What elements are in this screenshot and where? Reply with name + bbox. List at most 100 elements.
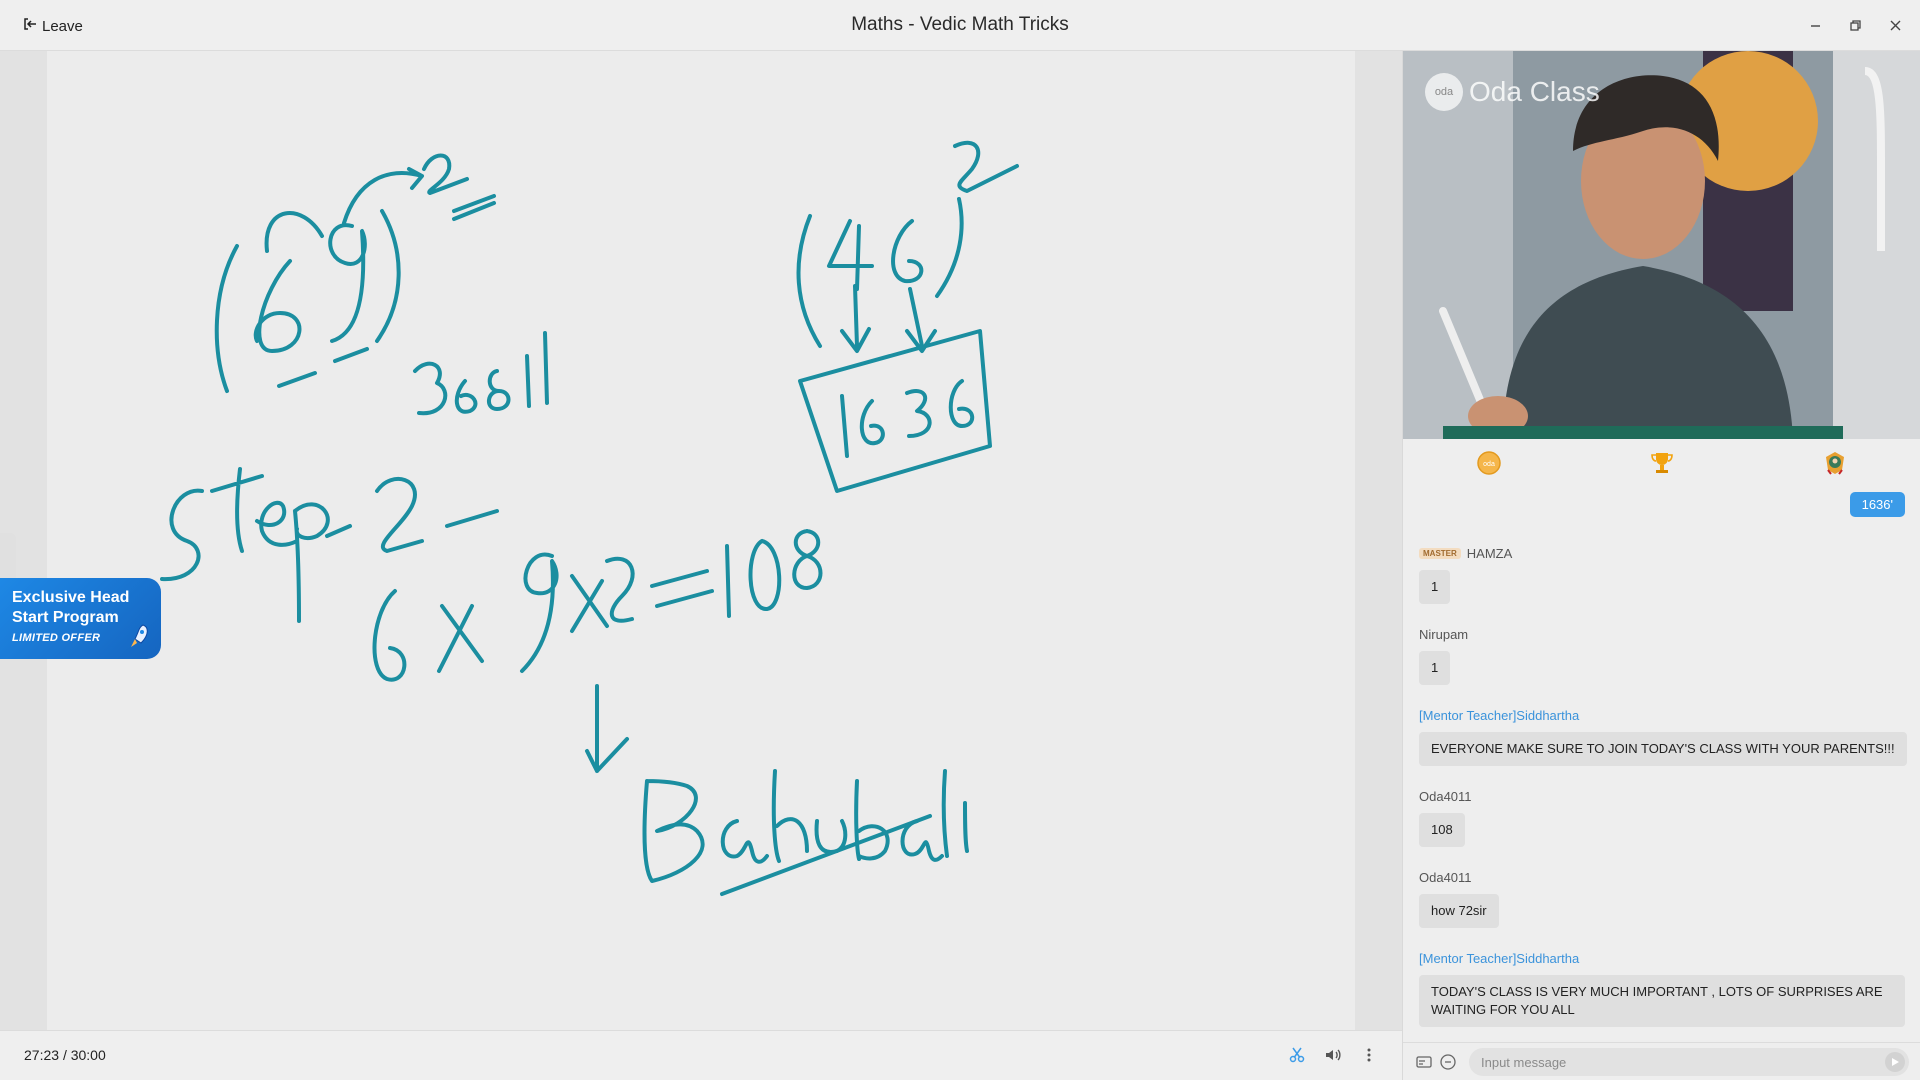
message-bubble: TODAY'S CLASS IS VERY MUCH IMPORTANT , L…	[1419, 975, 1905, 1027]
stroke-dash-a	[325, 524, 352, 538]
stroke-exp-1	[422, 153, 496, 221]
right-panel: oda Oda Class oda 1636' MASTER HAMZA 1 N…	[1402, 51, 1920, 1080]
chat-bubble-icon	[1440, 1054, 1456, 1070]
oda-class-watermark: oda Oda Class	[1425, 73, 1600, 111]
stroke-eq-six	[372, 589, 407, 682]
card-button[interactable]	[1415, 1053, 1433, 1071]
total-time: 30:00	[70, 1047, 106, 1063]
minimize-button[interactable]	[1804, 12, 1826, 38]
more-vertical-icon	[1367, 1048, 1371, 1062]
chat-message: Oda4011 108	[1419, 787, 1472, 847]
close-icon	[1890, 20, 1900, 30]
stroke-eq-nine	[520, 552, 559, 673]
sender-name: Oda4011	[1419, 869, 1472, 885]
title-bar: Leave Maths - Vedic Math Tricks	[0, 0, 1920, 51]
stroke-two	[375, 477, 424, 553]
stroke-eq-108	[725, 529, 823, 618]
chat-message: Nirupam 1	[1419, 625, 1468, 685]
whiteboard[interactable]	[47, 51, 1355, 1030]
chat-message: Oda4011 how 72sir	[1419, 868, 1499, 928]
restore-icon	[1849, 19, 1861, 31]
volume-icon	[1326, 1049, 1341, 1061]
send-button[interactable]	[1885, 1052, 1905, 1072]
send-icon	[1892, 1058, 1899, 1066]
board-gutter-right	[1355, 51, 1402, 1030]
clip-button[interactable]	[1288, 1045, 1306, 1065]
stroke-arrow-curve	[264, 167, 424, 253]
handwriting-strokes	[160, 140, 1019, 896]
scissors-icon	[1289, 1047, 1305, 1063]
oda-logo-icon: oda	[1425, 73, 1463, 111]
message-sender: MASTER HAMZA	[1419, 544, 1512, 562]
message-bubble: EVERYONE MAKE SURE TO JOIN TODAY'S CLASS…	[1419, 732, 1907, 766]
message-input[interactable]	[1469, 1048, 1909, 1076]
message-bubble: 108	[1419, 813, 1465, 847]
close-button[interactable]	[1884, 12, 1906, 38]
message-bubble: 1	[1419, 570, 1451, 604]
stroke-dashes-1	[277, 347, 369, 388]
chat-input-bar	[1403, 1042, 1920, 1080]
minimize-icon	[1810, 24, 1820, 27]
emoji-button[interactable]	[1439, 1053, 1457, 1071]
stroke-exp-2	[953, 140, 1019, 193]
sender-name: HAMZA	[1466, 545, 1513, 561]
mentor-sender-name: [Mentor Teacher]Siddhartha	[1419, 950, 1580, 966]
sender-name: Nirupam	[1419, 626, 1469, 642]
promo-banner[interactable]: Exclusive Head Start Program LIMITED OFF…	[0, 578, 161, 659]
window-title: Maths - Vedic Math Tricks	[851, 14, 1069, 35]
master-badge: MASTER	[1419, 547, 1461, 559]
volume-button[interactable]	[1324, 1045, 1342, 1065]
stroke-3681	[413, 331, 549, 416]
promo-line-1: Exclusive Head	[12, 589, 130, 606]
chat-message: [Mentor Teacher]Siddhartha TODAY'S CLASS…	[1419, 949, 1905, 1027]
coin-icon: oda	[1477, 451, 1502, 475]
reward-bar: oda	[1403, 439, 1920, 487]
oda-brand-text: Oda Class	[1469, 76, 1600, 107]
whiteboard-area: ›	[0, 51, 1402, 1030]
leave-button[interactable]: Leave	[22, 14, 83, 38]
stroke-arrow-down	[585, 684, 629, 773]
chat-message: MASTER HAMZA 1	[1419, 544, 1512, 604]
rocket-icon	[131, 624, 148, 647]
restore-button[interactable]	[1844, 12, 1866, 38]
stroke-paren-left-1	[214, 244, 239, 393]
leave-label: Leave	[42, 17, 83, 35]
playback-bar: 27:23 / 30:00	[0, 1030, 1402, 1080]
time-separator: /	[62, 1047, 67, 1063]
sender-name: Oda4011	[1419, 788, 1472, 804]
stroke-four	[827, 219, 874, 291]
stroke-arrows-2	[840, 284, 937, 353]
mentor-sender-name: [Mentor Teacher]Siddhartha	[1419, 707, 1580, 723]
svg-text:oda: oda	[1483, 461, 1495, 468]
chat-message: [Mentor Teacher]Siddhartha EVERYONE MAKE…	[1419, 706, 1907, 766]
stroke-eq-two	[605, 556, 635, 623]
stroke-box	[798, 329, 992, 493]
message-bubble: 1	[1419, 651, 1451, 685]
more-options-button[interactable]	[1360, 1045, 1378, 1065]
teacher-video: oda Oda Class	[1403, 51, 1920, 439]
trophy-button[interactable]	[1648, 449, 1676, 477]
stroke-1636	[840, 379, 975, 458]
my-message-bubble: 1636'	[1849, 492, 1905, 517]
playback-controls	[1288, 1045, 1378, 1065]
stroke-paren-right-2	[935, 197, 964, 298]
chat-list[interactable]: 1636' MASTER HAMZA 1 Nirupam 1 [Mentor T…	[1403, 487, 1920, 1042]
exit-icon	[22, 16, 38, 36]
window-controls	[1804, 12, 1906, 38]
trophy-icon	[1651, 453, 1673, 473]
coin-button[interactable]: oda	[1475, 449, 1503, 477]
playback-time: 27:23 / 30:00	[24, 1047, 106, 1063]
stroke-paren-left-2	[796, 214, 822, 348]
stroke-six-2	[891, 219, 924, 284]
message-bubble: how 72sir	[1419, 894, 1499, 928]
leaderboard-button[interactable]	[1821, 449, 1849, 477]
stroke-nine	[328, 223, 367, 343]
stroke-dash-b	[445, 509, 499, 528]
stroke-six	[253, 259, 302, 353]
stroke-eq-x1	[437, 604, 484, 673]
card-icon	[1416, 1056, 1432, 1068]
medal-icon	[1825, 452, 1844, 475]
stroke-eq-x2	[570, 574, 609, 633]
stroke-step	[160, 467, 330, 623]
stroke-eq-equals	[650, 569, 714, 608]
